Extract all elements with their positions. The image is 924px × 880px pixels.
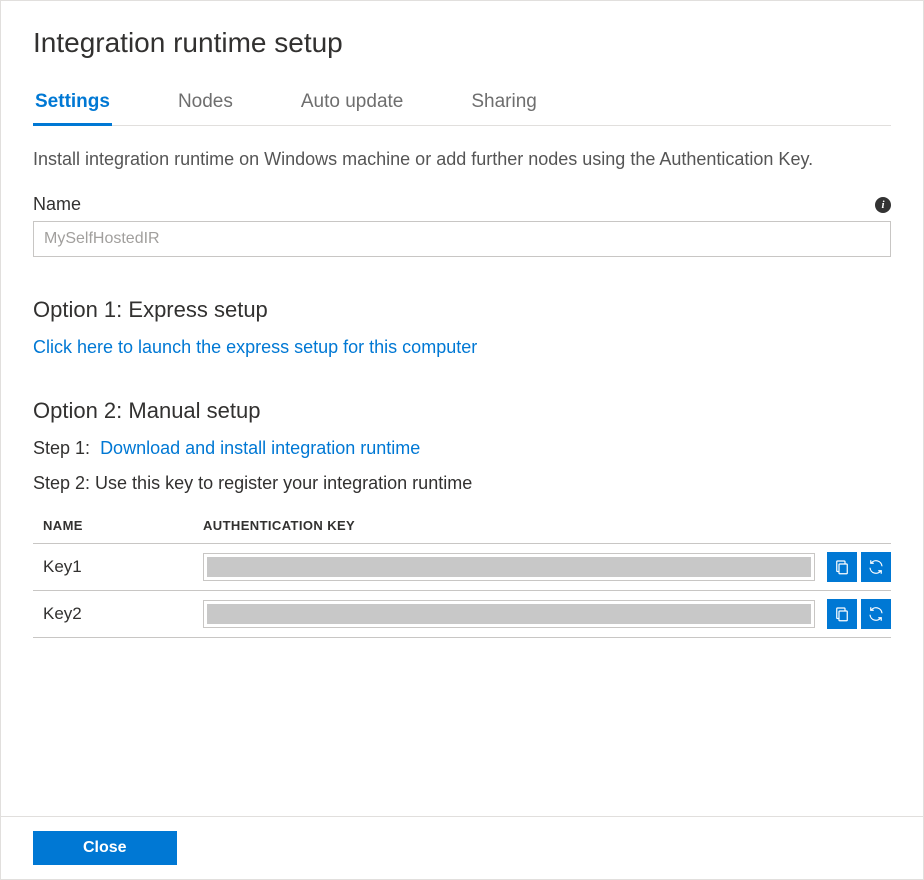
name-label-row: Name i <box>33 194 891 215</box>
copy-key-button[interactable] <box>827 599 857 629</box>
auth-key-field <box>203 553 815 581</box>
col-header-auth-key: AUTHENTICATION KEY <box>203 518 891 533</box>
copy-icon <box>833 558 851 576</box>
integration-runtime-setup-panel: Integration runtime setup Settings Nodes… <box>0 0 924 880</box>
step1-prefix: Step 1: <box>33 438 90 458</box>
express-setup-link[interactable]: Click here to launch the express setup f… <box>33 337 477 357</box>
close-button[interactable]: Close <box>33 831 177 865</box>
panel-title: Integration runtime setup <box>33 27 891 59</box>
tab-settings[interactable]: Settings <box>33 85 112 126</box>
table-row: Key1 <box>33 544 891 591</box>
step2-line: Step 2: Use this key to register your in… <box>33 473 891 494</box>
regenerate-key-button[interactable] <box>861 599 891 629</box>
table-header: NAME AUTHENTICATION KEY <box>33 510 891 544</box>
auth-key-masked <box>207 557 811 577</box>
copy-icon <box>833 605 851 623</box>
table-row: Key2 <box>33 591 891 638</box>
panel-footer: Close <box>1 816 923 879</box>
refresh-icon <box>867 558 885 576</box>
download-runtime-link[interactable]: Download and install integration runtime <box>100 438 420 458</box>
tab-nodes[interactable]: Nodes <box>176 85 235 126</box>
tab-sharing[interactable]: Sharing <box>469 85 539 126</box>
name-input <box>33 221 891 257</box>
info-icon[interactable]: i <box>875 197 891 213</box>
option1-heading: Option 1: Express setup <box>33 297 891 323</box>
key-name: Key2 <box>43 604 203 624</box>
auth-key-field <box>203 600 815 628</box>
refresh-icon <box>867 605 885 623</box>
auth-key-table: NAME AUTHENTICATION KEY Key1 <box>33 510 891 638</box>
option2-heading: Option 2: Manual setup <box>33 398 891 424</box>
regenerate-key-button[interactable] <box>861 552 891 582</box>
col-header-name: NAME <box>43 518 203 533</box>
copy-key-button[interactable] <box>827 552 857 582</box>
tab-auto-update[interactable]: Auto update <box>299 85 405 126</box>
tabs-bar: Settings Nodes Auto update Sharing <box>33 85 891 126</box>
step1-line: Step 1: Download and install integration… <box>33 438 891 459</box>
settings-description: Install integration runtime on Windows m… <box>33 146 891 172</box>
auth-key-masked <box>207 604 811 624</box>
key-name: Key1 <box>43 557 203 577</box>
name-label: Name <box>33 194 81 215</box>
